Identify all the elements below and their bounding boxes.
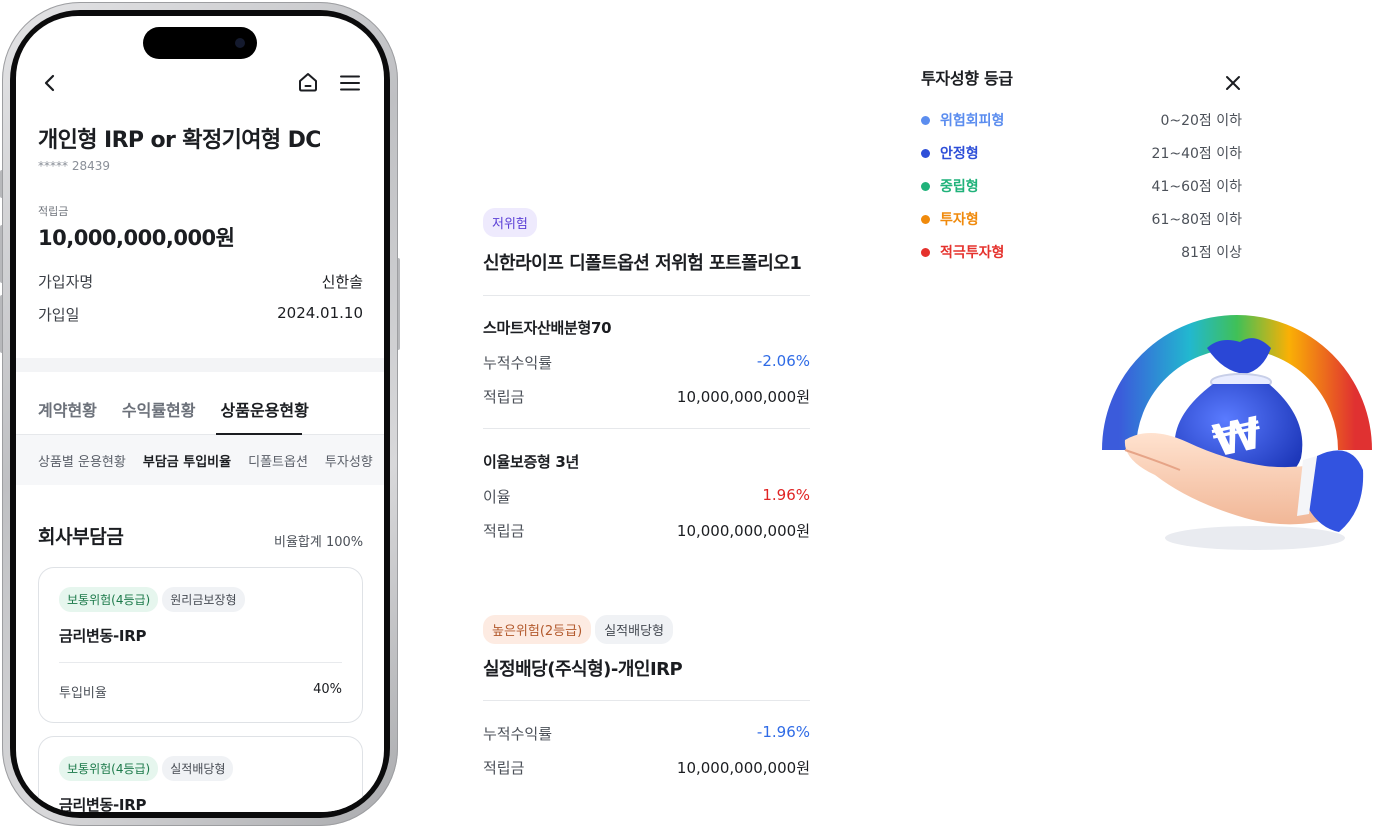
phone-screen: 개인형 IRP or 확정기여형 DC ***** 28439 적립금 10,0…	[16, 16, 384, 812]
grade-name: 투자형	[940, 212, 979, 228]
ratio-label: 투입비율	[59, 686, 107, 701]
chevron-left-icon[interactable]	[38, 71, 62, 95]
subtab-product-status[interactable]: 상품별 운용현황	[38, 451, 126, 470]
grade-range: 0~20점 이하	[1160, 113, 1242, 129]
subtabs: 상품별 운용현황 부담금 투입비율 디폴트옵션 투자성향	[38, 451, 373, 470]
row-label: 적립금	[483, 522, 525, 540]
close-icon[interactable]	[1223, 73, 1243, 93]
type-badge: 원리금보장형	[162, 587, 245, 612]
type-badge: 실적배당형	[162, 756, 234, 781]
grade-name: 위험회피형	[940, 113, 1005, 129]
balance-row: 적립금 10,000,000,000원	[483, 386, 810, 407]
dynamic-island	[143, 27, 257, 59]
grade-name: 중립형	[940, 179, 979, 195]
row-label: 적립금	[483, 388, 525, 406]
product-name: 금리변동-IRP	[59, 627, 147, 645]
tab-return-status[interactable]: 수익률현황	[122, 397, 196, 421]
row-label: 이율	[483, 488, 511, 506]
ratio-value: 40%	[313, 682, 342, 697]
grade-range: 61~80점 이하	[1151, 212, 1242, 228]
section-divider	[16, 358, 384, 372]
grade-range: 41~60점 이하	[1151, 179, 1242, 195]
return-value: -2.06%	[756, 352, 810, 370]
tab-product-management[interactable]: 상품운용현황	[221, 397, 309, 421]
section-title: 회사부담금	[38, 526, 124, 548]
account-number: ***** 28439	[38, 159, 110, 173]
tab-contract-status[interactable]: 계약현황	[38, 397, 97, 421]
balance-row: 적립금 10,000,000,000원	[483, 520, 810, 541]
grade-panel-title: 투자성향 등급	[921, 69, 1013, 88]
badge-group: 높은위험(2등급) 실적배당형	[483, 615, 677, 644]
return-row: 누적수익률 -2.06%	[483, 352, 810, 373]
risk-badge: 보통위험(4등급)	[59, 587, 159, 612]
grade-name: 적극투자형	[940, 245, 1005, 261]
grade-name: 안정형	[940, 146, 979, 162]
hamburger-menu-icon[interactable]	[338, 71, 362, 95]
page-title: 개인형 IRP or 확정기여형 DC	[38, 128, 321, 153]
risk-chip: 저위험	[483, 208, 541, 237]
info-value: 2024.01.10	[277, 304, 363, 322]
camera-icon	[235, 38, 245, 48]
grade-row: 적극투자형 81점 이상	[921, 242, 1242, 262]
low-risk-badge: 저위험	[483, 208, 537, 237]
high-risk-badge: 높은위험(2등급)	[483, 615, 592, 644]
info-label: 가입일	[38, 306, 80, 324]
row-label: 적립금	[483, 759, 525, 777]
grade-dot	[921, 115, 930, 125]
grade-range: 81점 이상	[1181, 245, 1242, 261]
money-bag-gauge-illustration: ₩	[1095, 270, 1380, 560]
divider	[483, 700, 810, 701]
ratio-total: 비율합계 100%	[274, 535, 364, 550]
grade-range: 21~40점 이하	[1151, 146, 1242, 162]
fund-title: 실정배당(주식형)-개인IRP	[483, 659, 683, 680]
card-divider	[59, 662, 342, 663]
balance-value: 10,000,000,000원	[676, 522, 810, 540]
product-card[interactable]: 보통위험(4등급) 실적배당형 금리변동-IRP	[38, 736, 363, 812]
grade-dot	[921, 247, 930, 257]
divider	[483, 428, 810, 429]
fund-name: 스마트자산배분형70	[483, 319, 612, 337]
info-value: 신한솔	[321, 273, 363, 291]
info-label: 가입자명	[38, 273, 94, 291]
balance-value: 10,000,000,000원	[676, 388, 810, 406]
rate-value: 1.96%	[762, 486, 810, 504]
grade-row: 투자형 61~80점 이하	[921, 209, 1242, 229]
product-name: 금리변동-IRP	[59, 796, 147, 812]
risk-badge: 보통위험(4등급)	[59, 756, 159, 781]
product-card[interactable]: 보통위험(4등급) 원리금보장형 금리변동-IRP 투입비율 40%	[38, 567, 363, 723]
row-label: 누적수익률	[483, 725, 553, 743]
balance-amount: 10,000,000,000원	[38, 226, 235, 250]
divider	[483, 295, 810, 296]
info-row-join-date: 가입일 2024.01.10	[38, 304, 363, 325]
info-row-subscriber: 가입자명 신한솔	[38, 271, 363, 292]
grade-row: 위험회피형 0~20점 이하	[921, 110, 1242, 130]
ratio-row: 투입비율 40%	[59, 682, 342, 701]
grade-dot	[921, 214, 930, 224]
subtab-investment-profile[interactable]: 투자성향	[325, 451, 373, 470]
balance-row: 적립금 10,000,000,000원	[483, 757, 810, 778]
subtab-contribution-ratio[interactable]: 부담금 투입비율	[143, 451, 231, 470]
grade-dot	[921, 181, 930, 191]
portfolio-title: 신한라이프 디폴트옵션 저위험 포트폴리오1	[483, 253, 802, 274]
return-row: 누적수익률 -1.96%	[483, 723, 810, 744]
balance-value: 10,000,000,000원	[676, 759, 810, 777]
main-tabs: 계약현황 수익률현황 상품운용현황	[38, 397, 309, 421]
home-icon[interactable]	[296, 70, 320, 94]
grade-dot	[921, 148, 930, 158]
subtab-default-option[interactable]: 디폴트옵션	[248, 451, 308, 470]
return-value: -1.96%	[756, 723, 810, 741]
row-label: 누적수익률	[483, 354, 553, 372]
rate-row: 이율 1.96%	[483, 486, 810, 507]
grade-row: 안정형 21~40점 이하	[921, 143, 1242, 163]
balance-label: 적립금	[38, 205, 69, 218]
type-badge: 실적배당형	[595, 615, 673, 644]
grade-row: 중립형 41~60점 이하	[921, 176, 1242, 196]
fund-name: 이율보증형 3년	[483, 453, 580, 471]
